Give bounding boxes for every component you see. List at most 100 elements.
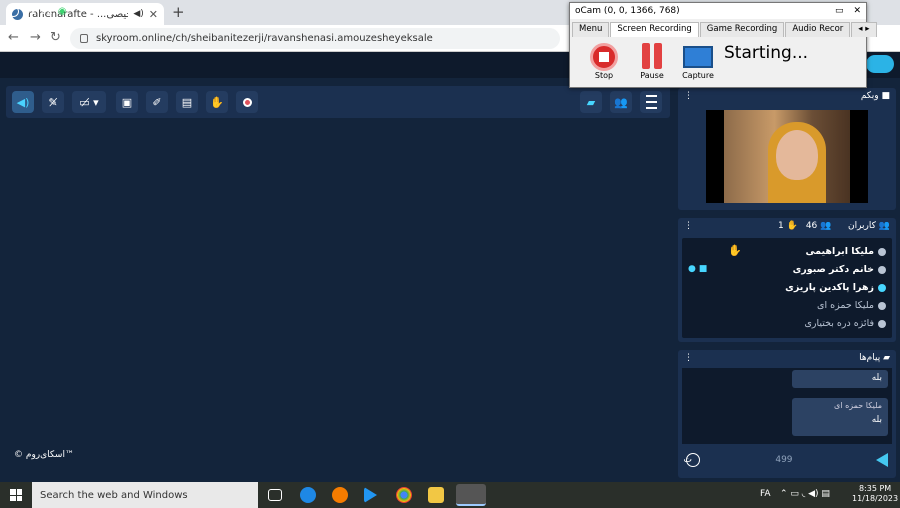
back-arrow-icon[interactable]: ← <box>8 30 19 45</box>
user-icon <box>878 283 886 292</box>
panel-menu-icon[interactable]: ⋮ <box>684 91 693 101</box>
taskbar-clock[interactable]: 8:35 PM 11/18/2023 <box>852 484 898 504</box>
firefox-icon[interactable] <box>332 487 348 503</box>
users-panel: ⋮ کاربران 👥 1 ✋ 46 👥 ✋ ملیکا ابراهیمی خا… <box>678 218 896 342</box>
ocam-taskbar-icon[interactable] <box>456 484 486 506</box>
message-text: بله <box>871 373 882 383</box>
main-stage <box>6 120 670 480</box>
user-icon <box>878 265 886 274</box>
message-text: بله <box>871 415 882 425</box>
users-icon: 👥 <box>614 95 628 109</box>
menu-button[interactable] <box>640 91 662 113</box>
file-explorer-icon[interactable] <box>428 487 444 503</box>
task-view-icon[interactable] <box>268 489 282 501</box>
stop-icon <box>590 43 618 71</box>
new-tab-button[interactable]: + <box>172 3 185 21</box>
tab-scroll-icon[interactable]: ◂ ▸ <box>851 22 877 37</box>
chat-messages: بله ملیکا حمزه ای بله <box>682 368 892 444</box>
chat-message: ملیکا حمزه ای بله <box>792 398 888 436</box>
ocam-tab-game-recording[interactable]: Game Recording <box>699 22 785 37</box>
user-icon <box>878 301 886 310</box>
hand-icon: ✋ <box>210 95 224 109</box>
speaker-button[interactable]: ◀) <box>12 91 34 113</box>
raise-hand-button[interactable]: ✋ <box>206 91 228 113</box>
brush-icon: ✐ <box>152 95 162 109</box>
skyroom-logo-icon <box>866 55 894 73</box>
monitor-icon <box>683 46 713 68</box>
lock-icon <box>80 34 88 43</box>
chrome-icon[interactable] <box>396 487 412 503</box>
system-tray-icons[interactable]: ⌃ ▭ ◟ ◀) ▤ <box>780 489 830 499</box>
ocam-tab-screen-recording[interactable]: Screen Recording <box>610 22 699 37</box>
whiteboard-button[interactable]: ✐ <box>146 91 168 113</box>
user-row[interactable]: خانم دکتر صبوری <box>793 264 886 275</box>
media-player-icon[interactable] <box>364 487 377 503</box>
webcam-panel: ⋮ وبکم ■ <box>678 88 896 210</box>
camera-button[interactable]: ▭̸ ▾ <box>72 91 106 113</box>
camera-off-icon: ▭̸ ▾ <box>79 95 99 109</box>
users-toggle-button[interactable]: 👥 <box>610 91 632 113</box>
webcam-title: وبکم ■ <box>860 91 890 101</box>
chat-input-row: ت 499 <box>682 448 892 472</box>
char-counter: 499 <box>775 455 793 465</box>
ocam-tab-audio-recording[interactable]: Audio Recor <box>785 22 851 37</box>
edge-icon[interactable] <box>300 487 316 503</box>
panel-menu-icon[interactable]: ⋮ <box>684 353 693 363</box>
user-icon <box>878 247 886 256</box>
connection-icon: ◉ <box>57 6 67 17</box>
chat-title: پیام‌ها ▰ <box>859 353 890 363</box>
ocam-tabs: Menu Screen Recording Game Recording Aud… <box>572 22 877 37</box>
users-list: ✋ ملیکا ابراهیمی خانم دکتر صبوری ● ■ زهر… <box>682 238 892 338</box>
webcam-video <box>706 110 868 203</box>
message-sender: ملیکا حمزه ای <box>834 401 882 410</box>
webcam-header: ⋮ وبکم ■ <box>678 88 896 104</box>
main-toolbar: ◀) ✎̸ ▭̸ ▾ ▣ ✐ ▤ ✋ ▰ 👥 <box>6 86 670 118</box>
speaker-icon: ◀) <box>133 9 144 19</box>
user-row[interactable]: ملیکا حمزه ای <box>817 300 886 311</box>
speaker-icon: ◀) <box>16 95 30 109</box>
language-indicator[interactable]: FA <box>760 489 771 499</box>
ocam-window: oCam (0, 0, 1366, 768) ▭ ✕ Menu Screen Re… <box>569 2 877 88</box>
user-row[interactable]: فائزه دره بختیاری <box>804 318 886 329</box>
chat-panel: ⋮ پیام‌ها ▰ بله ملیکا حمزه ای بله ت 499 <box>678 350 896 478</box>
share-screen-button[interactable]: ▣ <box>116 91 138 113</box>
record-button[interactable] <box>236 91 258 113</box>
user-row[interactable]: زهرا پاکدین پاریزی <box>785 282 886 293</box>
users-count: 46 👥 <box>805 221 832 231</box>
ocam-title: oCam (0, 0, 1366, 768) <box>575 6 680 16</box>
recording-status: Starting... <box>724 43 809 63</box>
mic-button[interactable]: ✎̸ <box>42 91 64 113</box>
url-text: skyroom.online/ch/sheibanitezerji/ravans… <box>96 33 433 44</box>
stop-button[interactable]: Stop <box>584 43 624 80</box>
tab-close-icon[interactable]: ✕ <box>149 8 158 21</box>
mic-off-icon: ✎̸ <box>48 95 58 109</box>
stop-label: Stop <box>594 71 614 80</box>
chat-header: ⋮ پیام‌ها ▰ <box>678 350 896 366</box>
taskbar-search[interactable]: Search the web and Windows <box>32 482 258 508</box>
send-icon[interactable] <box>875 453 888 467</box>
screen-share-icon: ▣ <box>121 95 133 109</box>
ocam-titlebar: oCam (0, 0, 1366, 768) ▭ ✕ <box>570 3 866 19</box>
ocam-window-controls[interactable]: ▭ ✕ <box>835 6 861 16</box>
user-row[interactable]: ملیکا ابراهیمی <box>806 246 886 257</box>
pause-icon <box>642 43 662 71</box>
brand-logo: © اسکای‌روم™ <box>14 450 74 460</box>
panel-menu-icon[interactable]: ⋮ <box>684 221 693 231</box>
close-icon: ✕ <box>853 6 861 16</box>
ocam-tab-menu[interactable]: Menu <box>572 22 610 37</box>
chat-icon: ▰ <box>586 95 596 109</box>
clock-icon <box>8 6 19 17</box>
chat-input[interactable]: ت <box>683 455 691 465</box>
chat-toggle-button[interactable]: ▰ <box>580 91 602 113</box>
url-field[interactable]: skyroom.online/ch/sheibanitezerji/ravans… <box>70 28 560 49</box>
capture-button[interactable]: Capture <box>678 43 718 80</box>
forward-arrow-icon[interactable]: → <box>30 30 41 45</box>
clock-date: 11/18/2023 <box>852 494 899 503</box>
pause-button[interactable]: Pause <box>632 43 672 80</box>
pause-label: Pause <box>640 71 664 80</box>
session-timer: 31:22 ◉ <box>8 6 67 17</box>
mic-active-icon: ● ■ <box>688 264 708 274</box>
windows-start-icon[interactable] <box>10 489 22 501</box>
file-button[interactable]: ▤ <box>176 91 198 113</box>
reload-icon[interactable]: ↻ <box>50 30 61 45</box>
